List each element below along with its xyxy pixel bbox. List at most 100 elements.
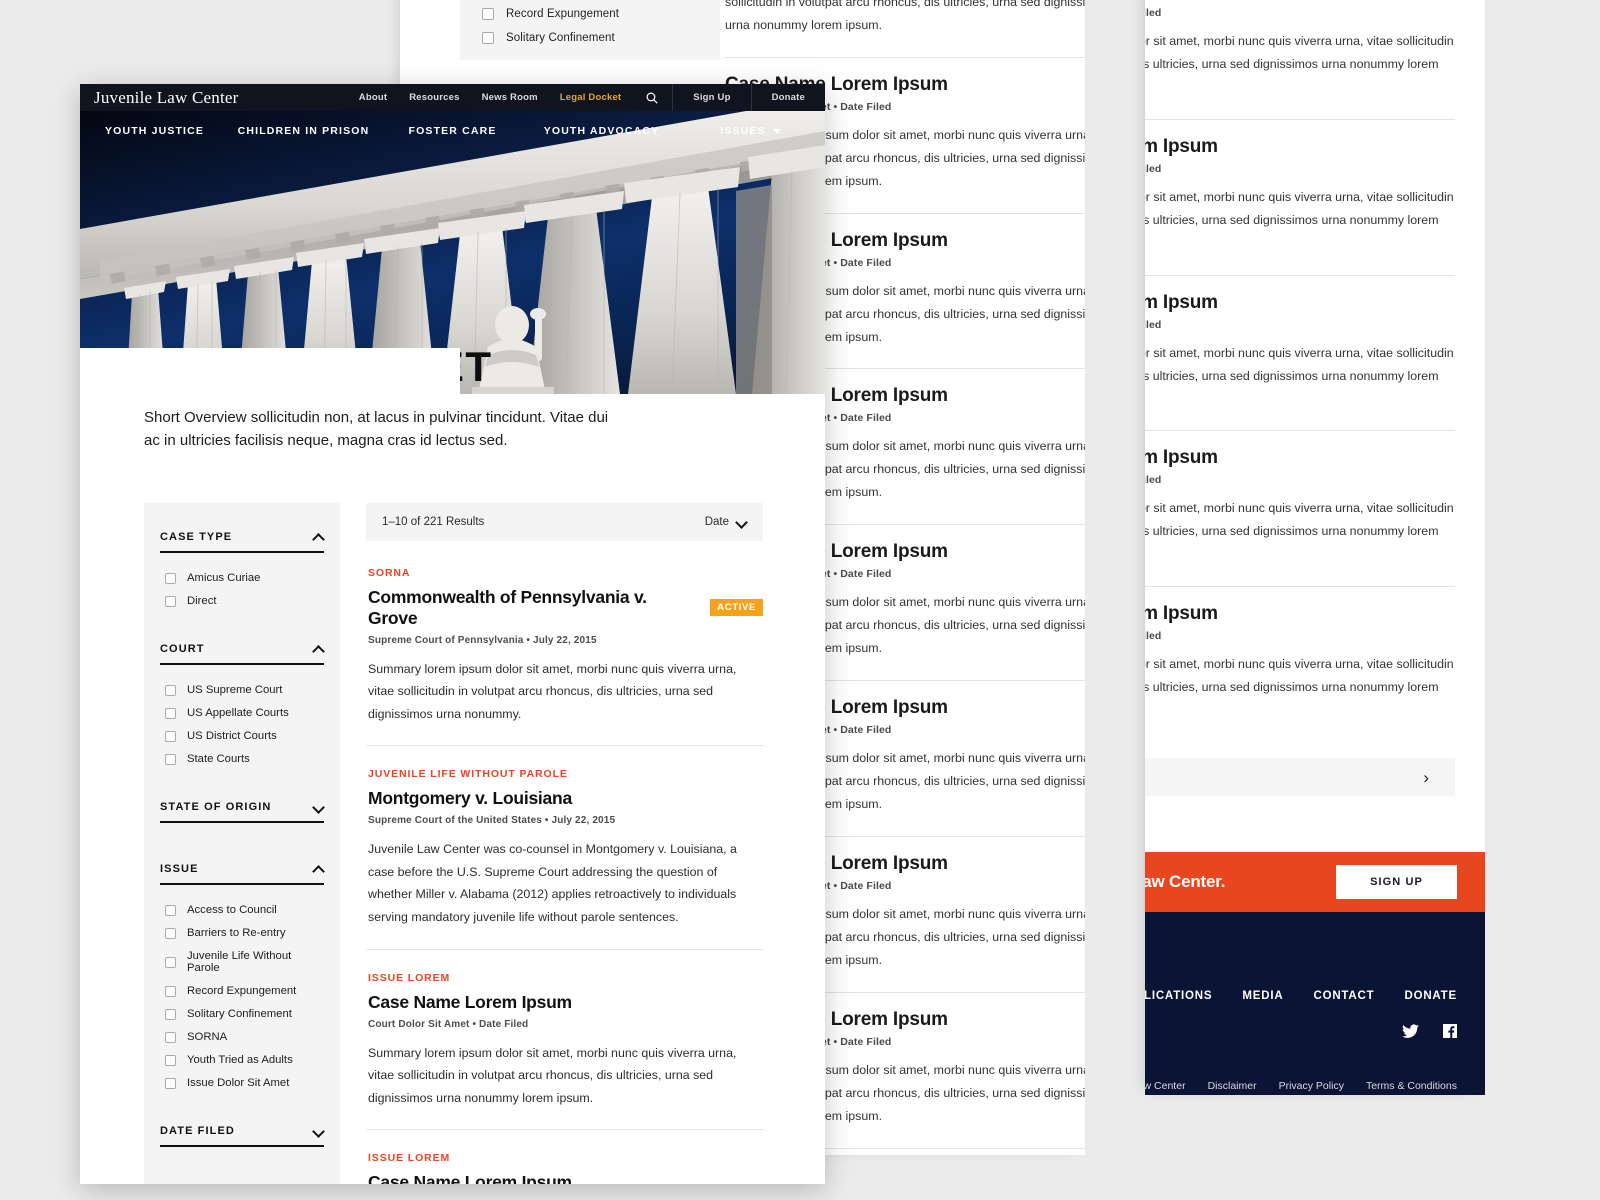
site-logo[interactable]: Juvenile Law Center: [80, 88, 238, 108]
nav-item-children-in-prison[interactable]: CHILDREN IN PRISON: [229, 125, 378, 137]
case-result[interactable]: ISSUE LOREM Case Name Lorem Ipsum Court …: [366, 950, 763, 1131]
checkbox-icon[interactable]: [165, 985, 176, 997]
facet-title: COURT: [160, 642, 205, 655]
facebook-icon[interactable]: [1443, 1024, 1457, 1044]
checkbox-icon[interactable]: [165, 1077, 176, 1089]
facet-date-filed-header[interactable]: DATE FILED: [160, 1119, 324, 1145]
filter-option[interactable]: US Appellate Courts: [160, 702, 324, 725]
facet-issue-header[interactable]: ISSUE: [160, 857, 324, 883]
case-result[interactable]: JUVENILE LIFE WITHOUT PAROLE Montgomery …: [366, 746, 763, 950]
nav-link-about[interactable]: About: [348, 92, 398, 103]
chevron-down-icon[interactable]: [736, 516, 747, 527]
filter-option-label: Barriers to Re-entry: [187, 927, 286, 939]
checkbox-icon[interactable]: [165, 1008, 176, 1020]
facet-status-header[interactable]: STATUS: [160, 1181, 324, 1185]
checkbox-row[interactable]: Solitary Confinement: [460, 26, 720, 50]
donate-link[interactable]: Donate: [752, 92, 825, 103]
nav-link-legal-docket[interactable]: Legal Docket: [549, 92, 633, 103]
list-item-meta: Court Dolor Sit Amet • Date Filed: [1145, 7, 1162, 19]
facet-state-of-origin-header[interactable]: STATE OF ORIGIN: [160, 795, 324, 821]
case-result[interactable]: ISSUE LOREM Case Name Lorem Ipsum Court …: [366, 1130, 763, 1184]
footer-link-publications[interactable]: PUBLICATIONS: [1145, 990, 1212, 1002]
sort-dropdown[interactable]: Date: [705, 516, 747, 528]
nav-item-foster-care[interactable]: FOSTER CARE: [378, 125, 527, 137]
chevron-right-icon[interactable]: ›: [1423, 769, 1429, 786]
chevron-up-icon[interactable]: [313, 531, 324, 542]
list-item[interactable]: Case Name Lorem Ipsum Court Dolor Sit Am…: [1145, 276, 1455, 432]
filter-option[interactable]: Amicus Curiae: [160, 567, 324, 590]
footer-social[interactable]: [1145, 1024, 1457, 1044]
chevron-down-icon[interactable]: [313, 801, 324, 812]
footer-link-terms[interactable]: Terms & Conditions: [1366, 1080, 1457, 1092]
facet-case-type-header[interactable]: CASE TYPE: [160, 525, 324, 551]
nav-link-resources[interactable]: Resources: [398, 92, 470, 103]
case-title[interactable]: Case Name Lorem Ipsum: [368, 992, 572, 1013]
case-title[interactable]: Commonwealth of Pennsylvania v. Grove: [368, 587, 697, 629]
list-item[interactable]: Court Dolor Sit Amet • Date Filed Summar…: [725, 0, 1085, 58]
pagination[interactable]: 1 2 3 4 5 6 .... ›: [1145, 758, 1455, 797]
nav-item-youth-advocacy[interactable]: YOUTH ADVOCACY: [527, 125, 676, 137]
twitter-icon[interactable]: [1402, 1024, 1419, 1044]
footer-link-media[interactable]: MEDIA: [1242, 990, 1283, 1002]
footer-link-contact[interactable]: CONTACT: [1313, 990, 1374, 1002]
list-item[interactable]: Case Name Lorem Ipsum Court Dolor Sit Am…: [1145, 431, 1455, 588]
case-title[interactable]: Montgomery v. Louisiana: [368, 788, 572, 809]
filter-option[interactable]: US Supreme Court: [160, 679, 324, 702]
filter-option[interactable]: Barriers to Re-entry: [160, 922, 324, 945]
sign-up-button[interactable]: SIGN UP: [1336, 865, 1457, 900]
facet-court-header[interactable]: COURT: [160, 637, 324, 663]
filter-option[interactable]: Juvenile Life Without Parole: [160, 945, 324, 980]
nav-item-youth-justice[interactable]: YOUTH JUSTICE: [80, 125, 229, 137]
filter-option[interactable]: SORNA: [160, 1026, 324, 1049]
chevron-up-icon[interactable]: [313, 643, 324, 654]
list-item[interactable]: Case Name Lorem Ipsum Court Dolor Sit Am…: [1145, 587, 1455, 742]
checkbox-label: Record Expungement: [506, 8, 620, 20]
checkbox-icon[interactable]: [165, 572, 176, 584]
footer-nav[interactable]: CAREERS PUBLICATIONS MEDIA CONTACT DONAT…: [1145, 990, 1457, 1002]
checkbox-icon[interactable]: [165, 927, 176, 939]
checkbox-icon[interactable]: [482, 8, 494, 20]
checkbox-icon[interactable]: [165, 904, 176, 916]
list-item-title: Case Name Lorem Ipsum: [1145, 291, 1218, 313]
checkbox-icon[interactable]: [165, 595, 176, 607]
filter-option[interactable]: Issue Dolor Sit Amet: [160, 1072, 324, 1095]
case-title[interactable]: Case Name Lorem Ipsum: [368, 1172, 572, 1184]
case-issue-tag[interactable]: JUVENILE LIFE WITHOUT PAROLE: [368, 768, 763, 780]
footer-link-disclaimer[interactable]: Disclaimer: [1208, 1080, 1257, 1092]
filter-option-label: Youth Tried as Adults: [187, 1054, 293, 1066]
filter-option[interactable]: Record Expungement: [160, 980, 324, 1003]
checkbox-icon[interactable]: [165, 956, 176, 968]
nav-item-issues[interactable]: ISSUES: [676, 125, 825, 137]
checkbox-icon[interactable]: [165, 684, 176, 696]
checkbox-icon[interactable]: [165, 707, 176, 719]
filter-option[interactable]: Solitary Confinement: [160, 1003, 324, 1026]
list-item[interactable]: Case Name Lorem Ipsum Court Dolor Sit Am…: [1145, 0, 1455, 120]
checkbox-icon[interactable]: [165, 1031, 176, 1043]
checkbox-icon[interactable]: [165, 753, 176, 765]
checkbox-icon[interactable]: [165, 730, 176, 742]
facet-state-of-origin: STATE OF ORIGIN: [144, 795, 340, 857]
checkbox-row[interactable]: Record Expungement: [460, 2, 720, 26]
filter-option[interactable]: State Courts: [160, 748, 324, 771]
nav-link-news-room[interactable]: News Room: [471, 92, 549, 103]
footer-link-privacy[interactable]: Privacy Policy: [1279, 1080, 1344, 1092]
search-icon[interactable]: [632, 92, 672, 104]
sign-up-link[interactable]: Sign Up: [673, 92, 750, 103]
footer-legal[interactable]: © 2017 Juvenile Law Center Disclaimer Pr…: [1145, 1080, 1457, 1092]
filter-option[interactable]: Direct: [160, 590, 324, 613]
list-item-summary: Summary lorem ipsum dolor sit amet, morb…: [1145, 34, 1454, 71]
footer-link-donate[interactable]: DONATE: [1404, 990, 1457, 1002]
filter-option[interactable]: Access to Council: [160, 899, 324, 922]
chevron-down-icon[interactable]: [313, 1125, 324, 1136]
case-issue-tag[interactable]: ISSUE LOREM: [368, 1152, 763, 1164]
case-issue-tag[interactable]: SORNA: [368, 567, 763, 579]
checkbox-icon[interactable]: [482, 32, 494, 44]
case-result[interactable]: SORNA Commonwealth of Pennsylvania v. Gr…: [366, 541, 763, 747]
checkbox-icon[interactable]: [165, 1054, 176, 1066]
case-issue-tag[interactable]: ISSUE LOREM: [368, 972, 763, 984]
list-item-meta: Court Dolor Sit Amet • Date Filed: [1145, 318, 1162, 331]
list-item[interactable]: Case Name Lorem Ipsum Court Dolor Sit Am…: [1145, 120, 1455, 276]
chevron-up-icon[interactable]: [313, 863, 324, 874]
filter-option[interactable]: US District Courts: [160, 725, 324, 748]
filter-option[interactable]: Youth Tried as Adults: [160, 1049, 324, 1072]
